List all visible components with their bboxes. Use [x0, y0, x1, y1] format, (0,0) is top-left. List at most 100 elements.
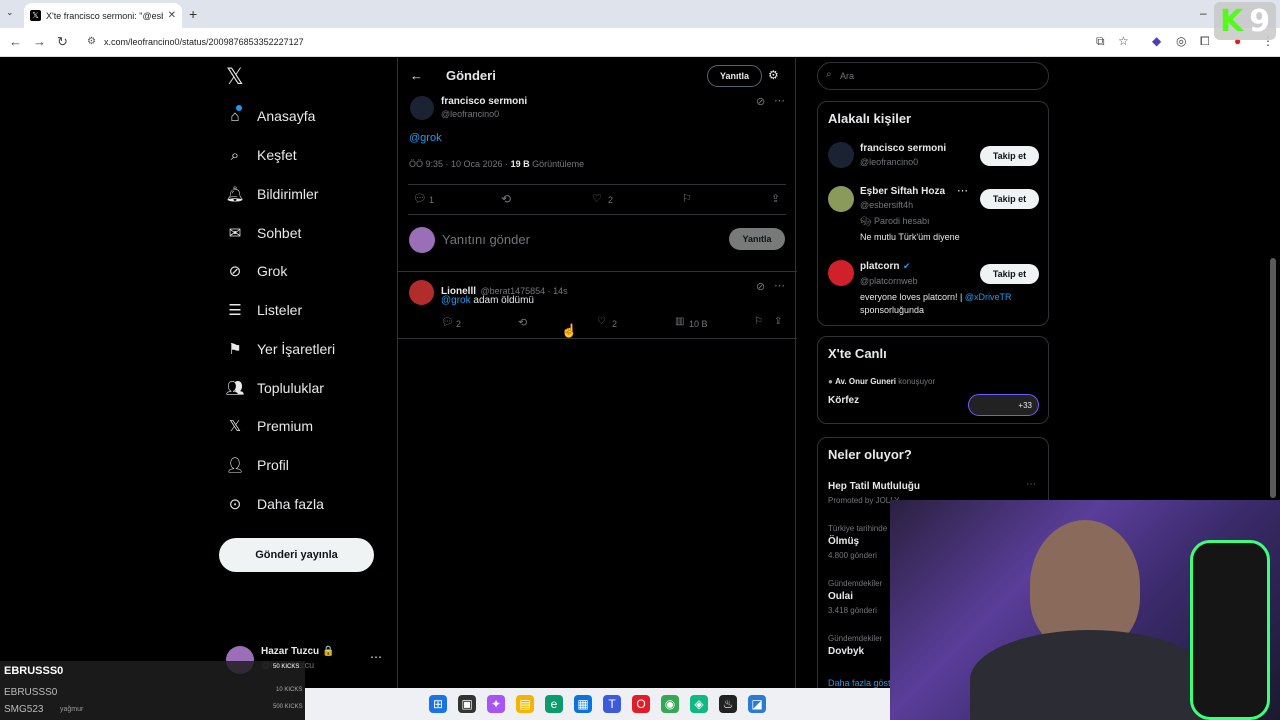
more-icon[interactable]: ⋯ — [774, 94, 785, 107]
retweet-icon[interactable]: ⟲ — [501, 192, 511, 206]
mail-icon: ✉ — [228, 225, 242, 242]
sidebar-item-explore[interactable]: ⌕ Keşfet — [222, 140, 392, 170]
reply-text[interactable]: @grok adam öldümü — [441, 295, 534, 306]
browser-tabstrip: ⌄ 𝕏 X'te francisco sermoni: "@esber ✕ + … — [0, 0, 1280, 28]
grok-icon[interactable]: ⊘ — [756, 95, 765, 108]
file-explorer-icon[interactable]: ▤ — [516, 695, 534, 713]
follow-button[interactable]: Takip et — [980, 264, 1039, 284]
list-icon: ☰ — [228, 302, 242, 319]
sidebar-item-messages[interactable]: ✉ Sohbet — [222, 218, 392, 248]
back-arrow-icon[interactable]: ← — [410, 68, 423, 83]
app-icon[interactable]: ◈ — [690, 695, 708, 713]
like-icon[interactable]: ♡ — [597, 316, 606, 327]
verified-badge-icon: ✔ — [903, 261, 911, 271]
more-icon[interactable]: ⋯ — [1026, 479, 1036, 490]
show-more-link[interactable]: Daha fazla göster — [828, 678, 899, 688]
trend-item[interactable]: Dovbyk — [828, 646, 864, 657]
extension-icon[interactable]: ◆ — [1152, 34, 1161, 48]
like-icon[interactable]: ♡ — [592, 192, 602, 205]
app-icon[interactable]: ◪ — [748, 695, 766, 713]
x-logo-icon[interactable]: 𝕏 — [226, 65, 244, 90]
bookmark-icon[interactable]: ⚐ — [754, 316, 763, 327]
minimize-icon[interactable]: – — [1200, 6, 1207, 20]
follow-button[interactable]: Takip et — [980, 189, 1039, 209]
sidebar-item-lists[interactable]: ☰ Listeler — [222, 295, 392, 325]
reply-submit-button[interactable]: Yanıtla — [729, 228, 785, 250]
reply-avatar[interactable] — [409, 280, 434, 305]
related-people-card: Alakalı kişiler francisco sermoni @leofr… — [817, 101, 1049, 326]
trend-item[interactable]: Oulai — [828, 591, 853, 602]
install-icon[interactable]: ⧉ — [1096, 34, 1105, 49]
tweet-avatar[interactable] — [410, 96, 434, 120]
search-input[interactable]: ⌕ Ara — [817, 62, 1049, 90]
sidebar-item-profile[interactable]: 👤︎ Profil — [222, 450, 392, 480]
steam-icon[interactable]: ♨ — [719, 695, 737, 713]
webcam-overlay — [890, 500, 1280, 720]
tweet-author-name[interactable]: francisco sermoni — [441, 96, 527, 107]
stream-chat-overlay: EBRUSSS0 50 KICKS EBRUSSS0 10 KICKS SMG5… — [0, 661, 305, 720]
task-view-icon[interactable]: ▣ — [458, 695, 476, 713]
more-icon[interactable]: ⋯ — [774, 279, 785, 292]
mouse-cursor-icon: ☝ — [561, 323, 578, 338]
vpn-icon[interactable]: ◎ — [1176, 34, 1186, 48]
close-tab-icon[interactable]: ✕ — [168, 10, 176, 21]
forward-icon[interactable]: → — [33, 34, 46, 49]
search-icon: ⌕ — [826, 69, 832, 80]
notification-dot — [236, 105, 242, 111]
star-icon[interactable]: ☆ — [1118, 34, 1129, 48]
share-icon[interactable]: ⇪ — [774, 316, 782, 327]
live-card[interactable]: X'te Canlı ● Av. Onur Guneri konuşuyor K… — [817, 336, 1049, 424]
stream-overlay-badge: K 9 — [1214, 2, 1276, 40]
avatar — [828, 142, 854, 168]
url-text: x.com/leofrancino0/status/20098768533522… — [104, 37, 304, 47]
like-count: 2 — [608, 195, 614, 205]
tab-search-icon[interactable]: ⌄ — [6, 7, 14, 18]
sidebar-item-grok[interactable]: ⊘ Grok — [222, 256, 392, 286]
bookmark-icon[interactable]: ⚐ — [682, 192, 692, 205]
browser-tab[interactable]: 𝕏 X'te francisco sermoni: "@esber ✕ — [24, 3, 182, 28]
x-icon: 𝕏 — [228, 418, 242, 435]
store-icon[interactable]: ▦ — [574, 695, 592, 713]
back-icon[interactable]: ← — [9, 34, 22, 49]
start-icon[interactable]: ⊞ — [429, 695, 447, 713]
trend-item[interactable]: Ölmüş — [828, 536, 859, 547]
tweet-author-handle[interactable]: @leofrancino0 — [441, 109, 499, 119]
more-icon[interactable]: ⋯ — [957, 184, 968, 197]
new-tab-icon[interactable]: + — [189, 6, 197, 22]
divider — [398, 271, 797, 272]
reply-icon[interactable]: 💬︎ — [441, 317, 454, 328]
composer-avatar — [409, 227, 435, 253]
edge-icon[interactable]: e — [545, 695, 563, 713]
taskbar: ⊞ ▣ ✦ ▤ e ▦ T O ◉ ◈ ♨ ◪ — [305, 688, 890, 720]
opera-icon[interactable]: O — [632, 695, 650, 713]
extensions-puzzle-icon[interactable]: ⧠ — [1200, 34, 1210, 49]
sidebar-item-more[interactable]: ⊙ Daha fazla — [222, 489, 392, 519]
header-reply-button[interactable]: Yanıtla — [707, 65, 762, 87]
reply-input[interactable]: Yanıtını gönder — [442, 232, 530, 247]
sidebar-item-communities[interactable]: 👥︎ Topluluklar — [222, 373, 392, 403]
sidebar-item-home[interactable]: ⌂ Anasayfa — [222, 101, 392, 131]
site-info-icon[interactable]: ⚙ — [87, 36, 96, 47]
trend-item[interactable]: Hep Tatil Mutluluğu — [828, 481, 920, 492]
teams-icon[interactable]: T — [603, 695, 621, 713]
analytics-icon[interactable]: ▥ — [675, 316, 684, 327]
sidebar-item-bookmarks[interactable]: ⚑ Yer İşaretleri — [222, 334, 392, 364]
listeners-pill[interactable]: +33 — [968, 394, 1039, 416]
chrome-icon[interactable]: ◉ — [661, 695, 679, 713]
address-bar[interactable]: ⚙ x.com/leofrancino0/status/200987685335… — [80, 31, 1145, 53]
scrollbar[interactable] — [1270, 258, 1276, 498]
more-icon[interactable]: ⋯ — [370, 650, 382, 664]
gaming-chair — [1190, 540, 1270, 720]
copilot-icon[interactable]: ✦ — [487, 695, 505, 713]
follow-button[interactable]: Takip et — [980, 146, 1039, 166]
share-icon[interactable]: ⇪ — [771, 192, 780, 205]
grok-icon[interactable]: ⊘ — [756, 280, 765, 293]
post-button[interactable]: Gönderi yayınla — [219, 538, 374, 572]
reply-icon[interactable]: 💬︎ — [413, 192, 427, 205]
sidebar-item-premium[interactable]: 𝕏 Premium — [222, 411, 392, 441]
sidebar-item-notifications[interactable]: 🔔︎ Bildirimler — [222, 179, 392, 209]
settings-sliders-icon[interactable]: ⚙ — [768, 68, 779, 82]
retweet-icon[interactable]: ⟲ — [518, 316, 527, 329]
reload-icon[interactable]: ↻ — [57, 34, 68, 50]
tweet-text[interactable]: @grok — [409, 132, 442, 144]
